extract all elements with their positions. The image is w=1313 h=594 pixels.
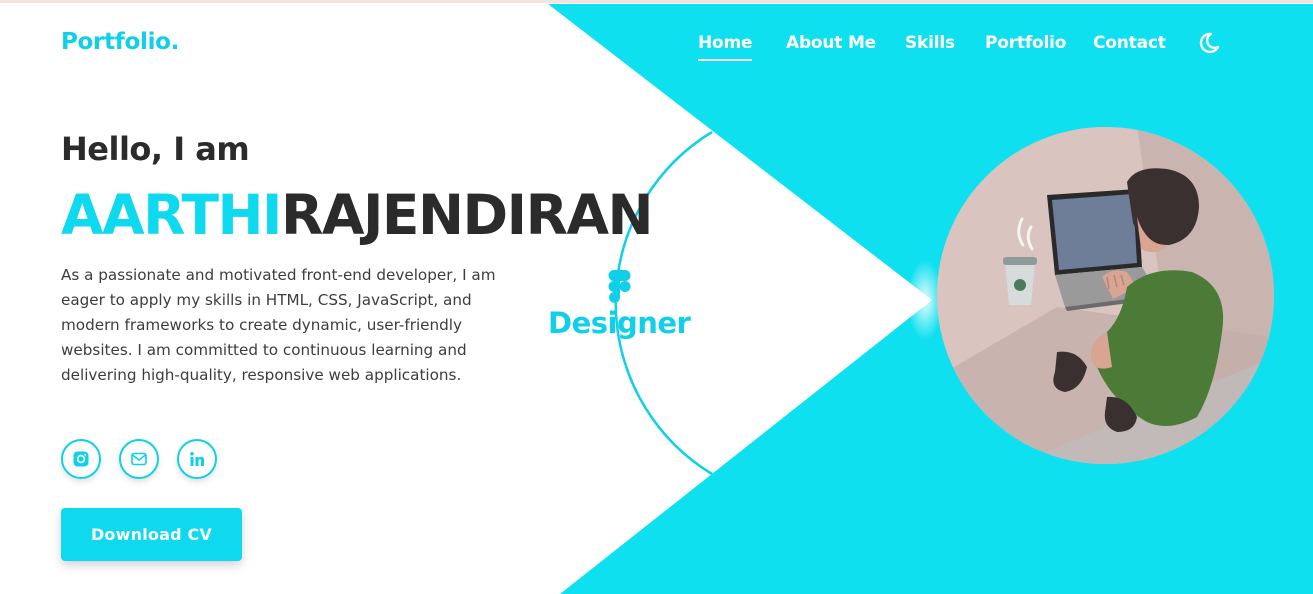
hero-greeting: Hello, I am xyxy=(61,130,250,168)
instagram-icon xyxy=(73,451,89,467)
hero-last-name: RAJENDIRAN xyxy=(281,183,654,247)
linkedin-icon xyxy=(190,452,204,466)
role-badge: Designer xyxy=(548,268,698,348)
nav-item-home[interactable]: Home xyxy=(698,33,753,61)
mail-link[interactable] xyxy=(119,439,159,479)
figma-icon xyxy=(608,270,631,303)
nav-item-about-me[interactable]: About Me xyxy=(786,33,876,53)
download-cv-button[interactable]: Download CV xyxy=(61,508,242,561)
main-nav: Home About Me Skills Portfolio Contact xyxy=(0,0,1313,80)
hero-name: AARTHIRAJENDIRAN xyxy=(61,183,654,247)
person-at-laptop-illustration xyxy=(937,127,1274,464)
instagram-link[interactable] xyxy=(61,439,101,479)
hero-first-name: AARTHI xyxy=(61,183,283,247)
nav-item-portfolio[interactable]: Portfolio xyxy=(985,33,1066,53)
linkedin-link[interactable] xyxy=(177,439,217,479)
role-label: Designer xyxy=(548,306,691,340)
moon-icon xyxy=(1199,32,1220,54)
theme-toggle-button[interactable] xyxy=(1196,30,1222,56)
hero-bio: As a passionate and motivated front-end … xyxy=(61,266,496,384)
nav-item-skills[interactable]: Skills xyxy=(905,33,955,53)
mail-icon xyxy=(131,452,147,466)
nav-item-contact[interactable]: Contact xyxy=(1093,33,1166,53)
